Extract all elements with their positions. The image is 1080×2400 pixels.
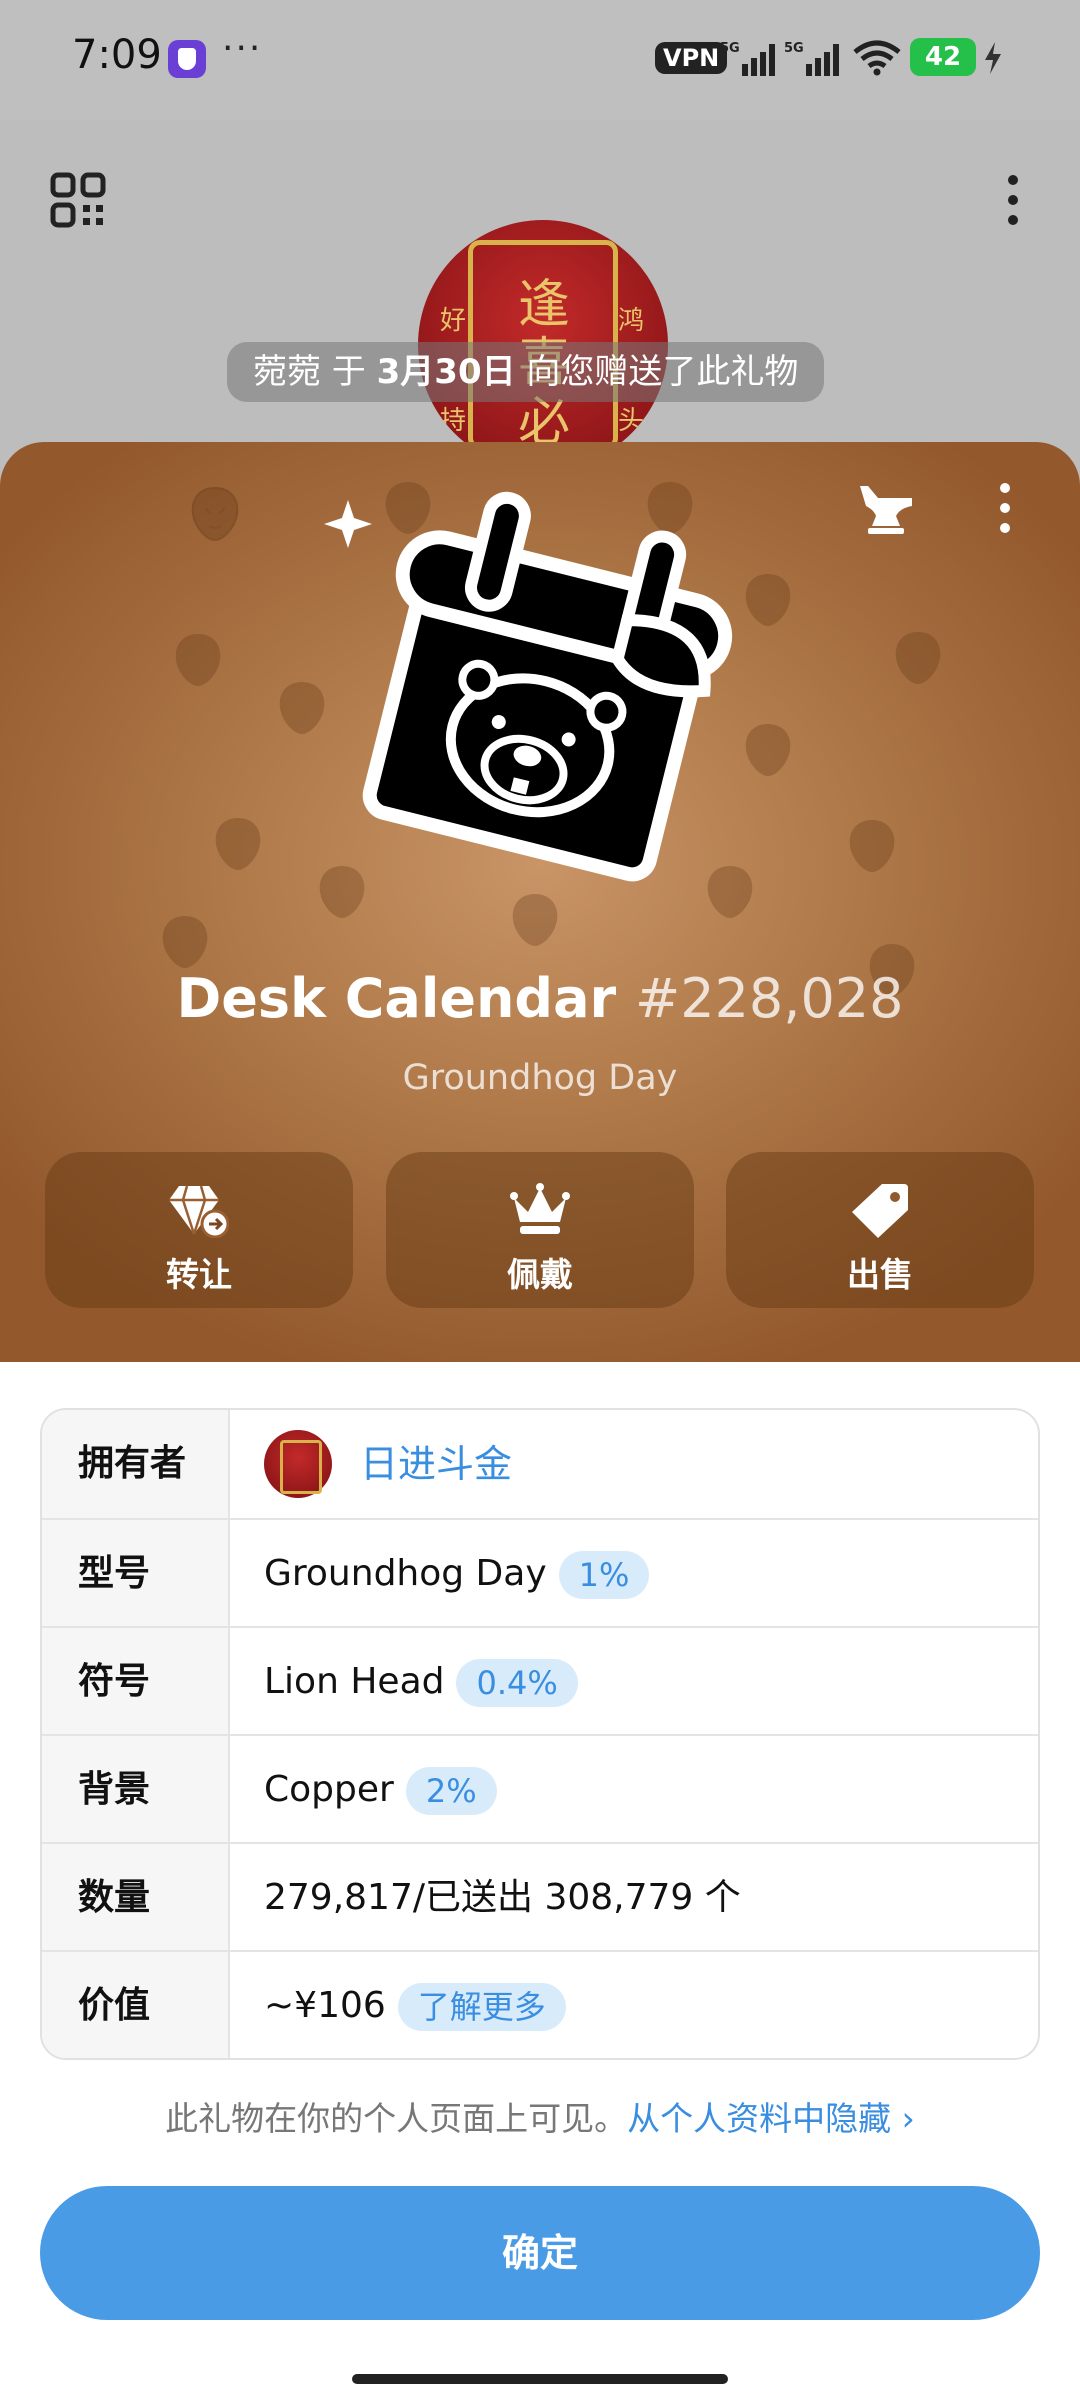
diamond-transfer-icon (169, 1185, 229, 1238)
avatar-glyph: 鸿 (618, 306, 645, 336)
sell-button[interactable]: 出售 (726, 1152, 1034, 1308)
desk-calendar-gift-icon (324, 491, 733, 882)
vpn-shield-app-icon (168, 40, 206, 78)
sender-name: 菀菀 (253, 352, 321, 392)
visibility-note: 此礼物在你的个人页面上可见。从个人资料中隐藏 › (0, 2092, 1080, 2140)
charging-bolt-icon (985, 42, 1001, 74)
avatar-glyph: 好 (440, 306, 467, 336)
gift-details-sheet: 拥有者 日进斗金 型号 Groundhog Day 1% 符号 Lion Head… (0, 1362, 1080, 2400)
quantity-label: 数量 (42, 1844, 230, 1952)
status-bar: 7:09 ··· VPN 5G 5G 42 (0, 0, 1080, 120)
transfer-button[interactable]: 转让 (45, 1152, 353, 1308)
visibility-note-text: 此礼物在你的个人页面上可见。 (165, 2099, 628, 2138)
lion-head-pattern-icon (215, 818, 261, 870)
lion-head-pattern-icon (191, 486, 239, 542)
background-rarity-badge[interactable]: 2% (405, 1767, 497, 1815)
table-row-value: 价值 ~¥106 了解更多 (42, 1950, 1038, 2058)
hide-from-profile-link[interactable]: 从个人资料中隐藏 › (627, 2099, 915, 2138)
model-value-cell: Groundhog Day 1% (264, 1520, 650, 1628)
value-amount: ~¥106 (264, 1985, 386, 2026)
model-label: 型号 (42, 1520, 230, 1628)
avatar-glyph: 持 (440, 406, 467, 436)
gift-more-options-icon[interactable] (990, 480, 1020, 536)
table-row-background: 背景 Copper 2% (42, 1734, 1038, 1844)
sell-label: 出售 (847, 1255, 913, 1294)
svg-text:5G: 5G (720, 41, 740, 56)
confirm-button[interactable]: 确定 (40, 2186, 1040, 2320)
signal-5g-icon-2: 5G (784, 41, 839, 76)
model-value: Groundhog Day (264, 1553, 547, 1594)
notification-more-icon: ··· (222, 28, 263, 69)
lion-head-pattern-icon (895, 632, 941, 684)
owner-avatar[interactable] (264, 1430, 332, 1498)
gift-date: 3月30日 (376, 352, 516, 392)
background-value-cell: Copper 2% (264, 1736, 497, 1844)
status-time: 7:09 (72, 32, 162, 78)
vpn-badge: VPN (655, 42, 728, 74)
sender-text: 于 (321, 352, 377, 392)
wear-label: 佩戴 (507, 1255, 573, 1294)
sender-text: 向您赠送了此礼物 (515, 352, 799, 392)
value-cell: ~¥106 了解更多 (264, 1952, 566, 2058)
model-rarity-badge[interactable]: 1% (558, 1551, 650, 1599)
lion-head-pattern-icon (849, 820, 895, 872)
wear-button[interactable]: 佩戴 (386, 1152, 694, 1308)
battery-indicator: 42 (910, 38, 976, 76)
owner-name-link[interactable]: 日进斗金 (360, 1410, 512, 1518)
quantity-value: 279,817/已送出 308,779 个 (264, 1877, 741, 1918)
background-value: Copper (264, 1769, 394, 1810)
wifi-icon (853, 40, 901, 76)
gift-info-table: 拥有者 日进斗金 型号 Groundhog Day 1% 符号 Lion Head… (40, 1408, 1040, 2060)
home-indicator[interactable] (352, 2374, 728, 2384)
table-row-symbol: 符号 Lion Head 0.4% (42, 1626, 1038, 1736)
table-row-model: 型号 Groundhog Day 1% (42, 1518, 1038, 1628)
lion-head-pattern-icon (162, 916, 208, 968)
gift-sender-caption: 菀菀 于 3月30日 向您赠送了此礼物 (227, 342, 825, 402)
learn-more-button[interactable]: 了解更多 (397, 1983, 566, 2031)
lion-head-pattern-icon (175, 634, 221, 686)
background-label: 背景 (42, 1736, 230, 1844)
value-label: 价值 (42, 1952, 230, 2058)
gift-card: Desk Calendar #228,028 Groundhog Day 转让 … (0, 442, 1080, 1362)
crown-icon (510, 1183, 570, 1234)
transfer-label: 转让 (166, 1255, 232, 1294)
table-row-owner: 拥有者 日进斗金 (42, 1410, 1038, 1518)
more-options-icon[interactable] (998, 172, 1028, 228)
gift-number: #228,028 (634, 967, 904, 1030)
owner-label: 拥有者 (42, 1410, 230, 1518)
qr-code-icon[interactable] (50, 172, 106, 228)
price-tag-icon (852, 1184, 908, 1238)
table-row-quantity: 数量 279,817/已送出 308,779 个 (42, 1842, 1038, 1952)
gift-name: Desk Calendar (176, 967, 617, 1030)
symbol-label: 符号 (42, 1628, 230, 1736)
signal-5g-icon-1: 5G (720, 41, 775, 76)
anvil-upgrade-icon[interactable] (856, 482, 916, 538)
svg-text:5G: 5G (784, 41, 804, 56)
gift-model-subtitle: Groundhog Day (402, 1058, 678, 1098)
symbol-value: Lion Head (264, 1661, 445, 1702)
avatar-glyph: 头 (618, 406, 645, 436)
gift-title: Desk Calendar #228,028 (0, 967, 1080, 1030)
symbol-rarity-badge[interactable]: 0.4% (456, 1659, 578, 1707)
symbol-value-cell: Lion Head 0.4% (264, 1628, 578, 1736)
